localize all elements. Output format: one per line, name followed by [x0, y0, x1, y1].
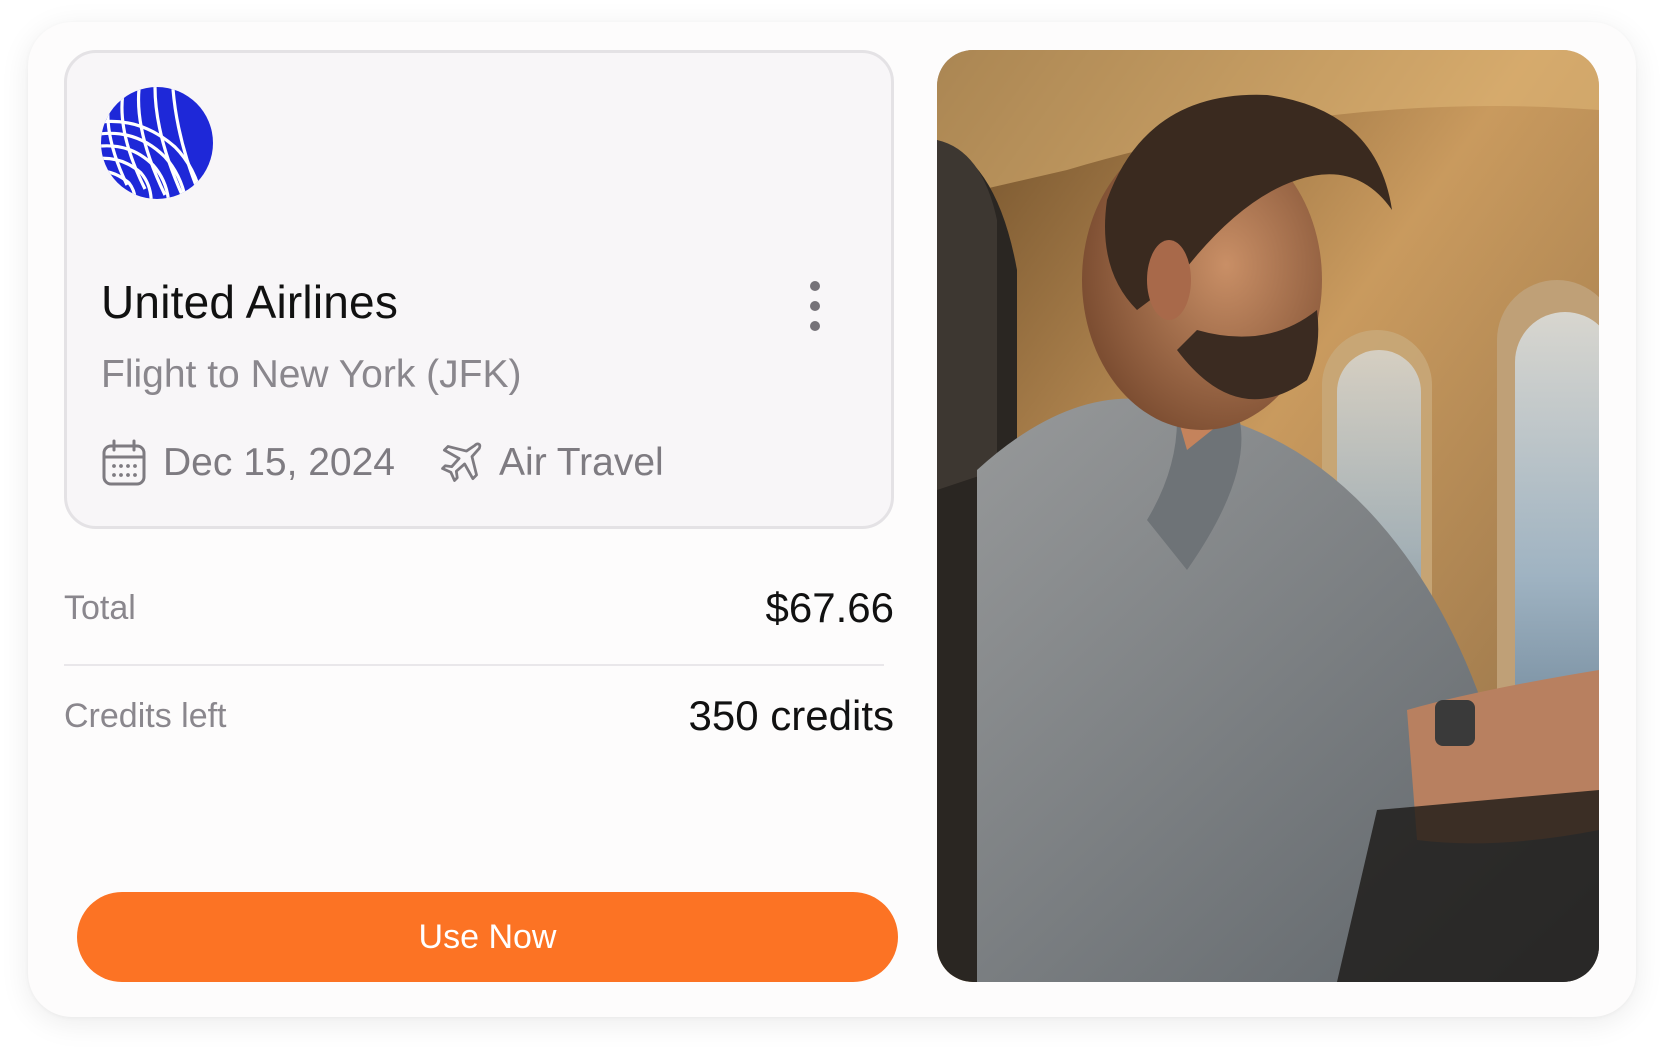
- credits-value: 350 credits: [688, 692, 894, 739]
- credits-label: Credits left: [64, 696, 227, 735]
- flight-description: Flight to New York (JFK): [101, 353, 522, 396]
- travel-category: Air Travel: [499, 441, 664, 484]
- flight-meta: Dec 15, 2024 Air Travel: [101, 437, 664, 489]
- flight-ticket-card: United Airlines Flight to New York (JFK)…: [64, 50, 894, 529]
- divider: [64, 664, 884, 666]
- total-row: Total $67.66: [64, 584, 894, 632]
- airline-name: United Airlines: [101, 276, 399, 328]
- traveler-photo: [937, 50, 1599, 982]
- globe-logo-icon: [101, 87, 213, 199]
- use-now-button[interactable]: Use Now: [77, 892, 898, 982]
- flight-date: Dec 15, 2024: [163, 441, 396, 484]
- airplane-icon: [441, 442, 482, 482]
- credits-row: Credits left 350 credits: [64, 692, 894, 740]
- calendar-icon: [102, 439, 146, 486]
- total-label: Total: [64, 588, 136, 627]
- more-options-button[interactable]: [803, 279, 827, 333]
- traveler-photo-illustration: [937, 50, 1599, 982]
- total-value: $67.66: [765, 584, 894, 631]
